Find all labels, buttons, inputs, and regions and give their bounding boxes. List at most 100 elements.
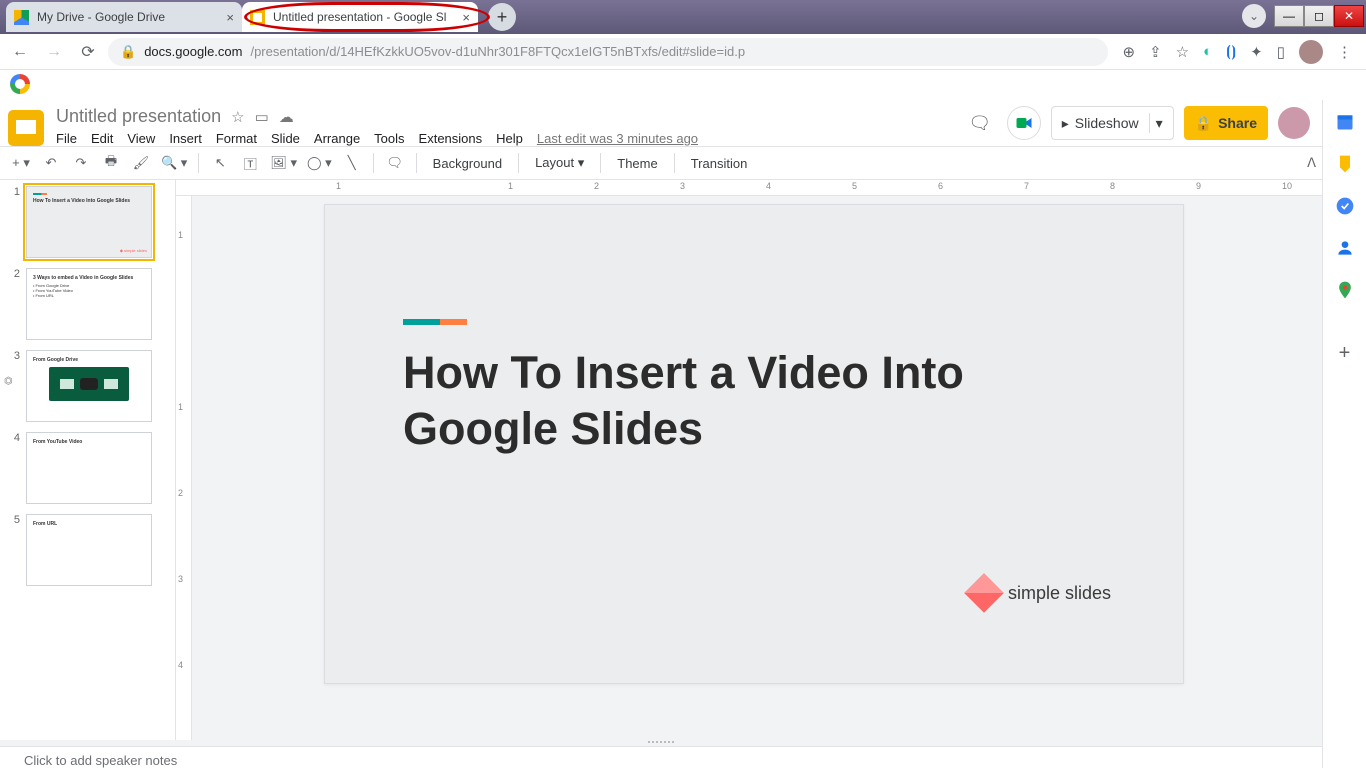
- filmstrip[interactable]: 1 How To Insert a Video Into Google Slid…: [0, 180, 176, 740]
- google-icon[interactable]: [10, 74, 30, 94]
- thumb-title: From YouTube Video: [33, 439, 82, 445]
- extension-icons: ⊕ ⇪ ☆ ◐ ⦗⦘ ✦ ▯ ⋮: [1114, 40, 1360, 64]
- editor: 1 How To Insert a Video Into Google Slid…: [0, 180, 1322, 740]
- url-domain: docs.google.com: [144, 44, 242, 59]
- close-tab-icon[interactable]: ×: [226, 10, 234, 25]
- share-label: Share: [1218, 115, 1257, 131]
- back-button[interactable]: ←: [6, 38, 34, 66]
- star-icon[interactable]: ☆: [231, 108, 244, 126]
- collapse-toolbar-icon[interactable]: ᐱ: [1307, 155, 1316, 171]
- thumb-title: From Google Drive: [33, 357, 78, 363]
- menu-tools[interactable]: Tools: [374, 131, 404, 146]
- comments-icon[interactable]: 🗨: [963, 106, 997, 140]
- browser-tab-drive[interactable]: My Drive - Google Drive ×: [6, 2, 242, 32]
- address-bar[interactable]: 🔒 docs.google.com/presentation/d/14HEfKz…: [108, 38, 1108, 66]
- new-tab-button[interactable]: +: [488, 3, 516, 31]
- attachment-icon: ⏣: [4, 376, 13, 387]
- diamond-icon: [964, 573, 1004, 613]
- keep-icon[interactable]: [1335, 154, 1355, 174]
- thumb-title: How To Insert a Video Into Google Slides: [33, 198, 130, 204]
- thumb-title: 3 Ways to embed a Video in Google Slides: [33, 275, 133, 281]
- tab-title: My Drive - Google Drive: [37, 10, 165, 24]
- slide-thumbnail-3[interactable]: From Google Drive: [26, 350, 152, 422]
- undo-button[interactable]: ↶: [38, 150, 64, 176]
- move-icon[interactable]: ▭: [255, 108, 269, 126]
- speaker-notes[interactable]: Click to add speaker notes: [0, 746, 1322, 768]
- slide-canvas[interactable]: How To Insert a Video Into Google Slides…: [324, 204, 1184, 684]
- reading-list-icon[interactable]: ▯: [1277, 43, 1285, 61]
- reload-button[interactable]: ⟳: [74, 38, 102, 66]
- theme-button[interactable]: Theme: [609, 156, 665, 171]
- add-addon-icon[interactable]: +: [1339, 342, 1351, 365]
- document-title[interactable]: Untitled presentation: [56, 106, 221, 127]
- slide-thumbnail-1[interactable]: How To Insert a Video Into Google Slides…: [26, 186, 152, 258]
- menu-format[interactable]: Format: [216, 131, 257, 146]
- account-chevron-icon[interactable]: ⌄: [1242, 4, 1266, 28]
- vertical-ruler[interactable]: 1123456: [176, 196, 192, 740]
- slide-thumbnail-5[interactable]: From URL: [26, 514, 152, 586]
- extension-icon[interactable]: ◐: [1203, 43, 1212, 60]
- browser-tab-slides[interactable]: Untitled presentation - Google Sl ×: [242, 2, 478, 32]
- shape-tool[interactable]: ◯ ▾: [304, 150, 335, 176]
- meet-icon[interactable]: [1007, 106, 1041, 140]
- select-tool[interactable]: ↖: [207, 150, 233, 176]
- print-button[interactable]: 🖶: [98, 150, 124, 176]
- menu-edit[interactable]: Edit: [91, 131, 113, 146]
- share-page-icon[interactable]: ⇪: [1149, 43, 1162, 61]
- cast-icon[interactable]: ⦗⦘: [1226, 43, 1236, 60]
- comment-tool[interactable]: 🗨: [382, 150, 408, 176]
- tasks-icon[interactable]: [1335, 196, 1355, 216]
- menu-slide[interactable]: Slide: [271, 131, 300, 146]
- textbox-tool[interactable]: 🅃: [237, 150, 263, 176]
- bookmark-star-icon[interactable]: ☆: [1176, 43, 1189, 61]
- toolbar: + ▾ ↶ ↷ 🖶 🖌 🔍 ▾ ↖ 🅃 🖼 ▾ ◯ ▾ ╲ 🗨 Backgrou…: [0, 146, 1322, 180]
- transition-button[interactable]: Transition: [683, 156, 756, 171]
- line-tool[interactable]: ╲: [339, 150, 365, 176]
- contacts-icon[interactable]: [1335, 238, 1355, 258]
- share-button[interactable]: 🔒 Share: [1184, 106, 1268, 140]
- slide-thumbnail-4[interactable]: From YouTube Video: [26, 432, 152, 504]
- zoom-icon[interactable]: ⊕: [1122, 43, 1135, 61]
- accent-bar: [403, 319, 467, 325]
- close-tab-icon[interactable]: ×: [462, 10, 470, 25]
- profile-avatar[interactable]: [1299, 40, 1323, 64]
- browser-toolbar: ← → ⟳ 🔒 docs.google.com/presentation/d/1…: [0, 34, 1366, 70]
- logo: simple slides: [970, 579, 1111, 607]
- logo-text: simple slides: [1008, 583, 1111, 604]
- menu-help[interactable]: Help: [496, 131, 523, 146]
- menu-file[interactable]: File: [56, 131, 77, 146]
- account-avatar[interactable]: [1278, 107, 1310, 139]
- menu-arrange[interactable]: Arrange: [314, 131, 360, 146]
- window-close-button[interactable]: ✕: [1334, 5, 1364, 27]
- chrome-menu-icon[interactable]: ⋮: [1337, 43, 1352, 61]
- window-controls: ⌄ — ◻ ✕: [1242, 4, 1364, 28]
- new-slide-button[interactable]: + ▾: [8, 150, 34, 176]
- redo-button[interactable]: ↷: [68, 150, 94, 176]
- slideshow-label: Slideshow: [1075, 115, 1139, 131]
- thumb-title: From URL: [33, 521, 57, 527]
- zoom-button[interactable]: 🔍 ▾: [158, 150, 190, 176]
- slide-title-text[interactable]: How To Insert a Video Into Google Slides: [403, 345, 1053, 458]
- chevron-down-icon[interactable]: ▾: [1156, 115, 1163, 132]
- menu-view[interactable]: View: [127, 131, 155, 146]
- slideshow-button[interactable]: ▸ Slideshow ▾: [1051, 106, 1174, 140]
- layout-button[interactable]: Layout ▾: [527, 155, 592, 171]
- slide-thumbnail-2[interactable]: 3 Ways to embed a Video in Google Slides…: [26, 268, 152, 340]
- window-maximize-button[interactable]: ◻: [1304, 5, 1334, 27]
- maps-icon[interactable]: [1335, 280, 1355, 300]
- cloud-status-icon[interactable]: ☁: [279, 108, 294, 126]
- menu-extensions[interactable]: Extensions: [419, 131, 483, 146]
- canvas-area[interactable]: 11234567891011 1123456 How To Insert a V…: [176, 180, 1322, 740]
- menu-insert[interactable]: Insert: [169, 131, 202, 146]
- slides-logo-icon[interactable]: [8, 110, 44, 146]
- image-tool[interactable]: 🖼 ▾: [267, 150, 300, 176]
- extensions-puzzle-icon[interactable]: ✦: [1250, 43, 1263, 61]
- last-edit-link[interactable]: Last edit was 3 minutes ago: [537, 131, 698, 146]
- forward-button[interactable]: →: [40, 38, 68, 66]
- horizontal-ruler[interactable]: 11234567891011: [176, 180, 1322, 196]
- window-minimize-button[interactable]: —: [1274, 5, 1304, 27]
- background-button[interactable]: Background: [425, 156, 510, 171]
- calendar-icon[interactable]: [1335, 112, 1355, 132]
- paint-format-button[interactable]: 🖌: [128, 150, 154, 176]
- docs-header: Untitled presentation ☆ ▭ ☁ File Edit Vi…: [0, 100, 1322, 146]
